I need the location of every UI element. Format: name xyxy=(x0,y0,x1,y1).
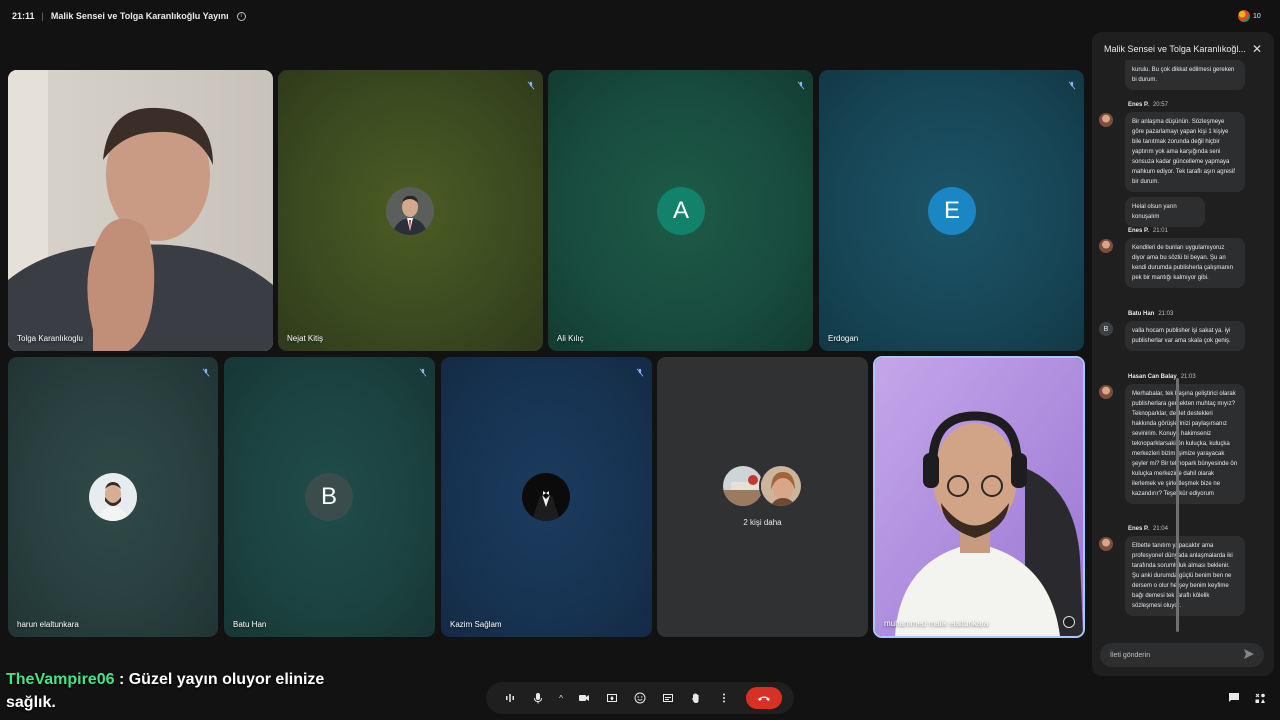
chat-message: Kendileri de bunları uygulamıyoruz diyor… xyxy=(1125,238,1245,288)
more-options-button[interactable] xyxy=(710,684,738,712)
chat-panel: Malik Sensei ve Tolga Karanlıkoğl... ✕ k… xyxy=(1092,32,1274,676)
muted-mic-icon xyxy=(797,77,805,90)
participant-name: Kazim Sağlam xyxy=(450,620,502,629)
tile-tolga[interactable]: Tolga Karanlıkoglu xyxy=(8,70,273,351)
avatar: B xyxy=(1099,322,1113,336)
chat-message: kurulu. Bu çok dikkat edilmesi gereken b… xyxy=(1125,60,1245,90)
participant-name: Ali Kılıç xyxy=(557,334,584,343)
overlay-username: TheVampire06 xyxy=(6,671,115,688)
chat-toggle-button[interactable] xyxy=(1224,688,1244,708)
tile-batu[interactable]: B Batu Han xyxy=(224,357,435,637)
chat-input[interactable]: İleti gönderin xyxy=(1100,643,1264,667)
message-sender: Enes P. 21:04 xyxy=(1128,526,1168,532)
chat-message: Bir anlaşma düşünün. Sözleşmeye göre paz… xyxy=(1125,112,1245,192)
more-participants-label: 2 kişi daha xyxy=(743,518,782,527)
pin-icon[interactable] xyxy=(1063,616,1075,628)
top-bar: 21:11 | Malik Sensei ve Tolga Karanlıkoğ… xyxy=(0,0,1090,32)
participant-name: Batu Han xyxy=(233,620,267,629)
send-icon[interactable] xyxy=(1244,649,1254,661)
raise-hand-button[interactable] xyxy=(682,684,710,712)
avatar: A xyxy=(657,187,705,235)
avatar xyxy=(759,464,803,508)
participant-video xyxy=(8,70,273,351)
divider: | xyxy=(41,11,44,21)
microphone-button[interactable] xyxy=(524,684,552,712)
chat-title: Malik Sensei ve Tolga Karanlıkoğl... xyxy=(1104,44,1246,54)
participants-count: 10 xyxy=(1253,12,1261,20)
muted-mic-icon xyxy=(419,364,427,377)
participant-name: Tolga Karanlıkoglu xyxy=(17,334,83,343)
message-sender: Hasan Can Balay 21:03 xyxy=(1128,374,1196,380)
audio-levels-icon[interactable] xyxy=(496,684,524,712)
chat-icon xyxy=(1229,693,1239,702)
avatar xyxy=(386,187,434,235)
chat-input-placeholder: İleti gönderin xyxy=(1110,651,1151,659)
chat-header: Malik Sensei ve Tolga Karanlıkoğl... ✕ xyxy=(1104,42,1262,56)
participant-name: Erdogan xyxy=(828,334,859,343)
participant-name: Nejat Kitiş xyxy=(287,334,324,343)
avatar xyxy=(1099,385,1113,399)
tile-harun[interactable]: harun elaltunkara xyxy=(8,357,218,637)
tile-ali[interactable]: A Ali Kılıç xyxy=(548,70,813,351)
muted-mic-icon xyxy=(527,77,535,90)
message-sender: Enes P. 20:57 xyxy=(1128,102,1168,108)
participant-name: harun elaltunkara xyxy=(17,620,79,629)
chat-message: Helal olsun yarın konuşalım xyxy=(1125,197,1205,227)
shapes-icon xyxy=(1255,693,1265,703)
muted-mic-icon xyxy=(202,364,210,377)
meeting-title: Malik Sensei ve Tolga Karanlıkoğlu Yayın… xyxy=(50,11,229,21)
avatar xyxy=(522,473,570,521)
chat-message: Elbette tanıtım yapacaktır ama profesyon… xyxy=(1125,536,1245,616)
emoji-button[interactable] xyxy=(626,684,654,712)
clock: 21:11 xyxy=(12,11,35,21)
tile-nejat[interactable]: Nejat Kitiş xyxy=(278,70,543,351)
participant-video xyxy=(875,358,1083,636)
participants-button[interactable]: 10 xyxy=(1238,7,1261,25)
close-icon[interactable]: ✕ xyxy=(1252,42,1262,56)
camera-button[interactable] xyxy=(570,684,598,712)
control-bar: ^ xyxy=(486,682,794,714)
captions-button[interactable] xyxy=(654,684,682,712)
message-sender: Enes P. 21:01 xyxy=(1128,228,1168,234)
people-icon xyxy=(1238,10,1250,22)
chat-messages: kurulu. Bu çok dikkat edilmesi gereken b… xyxy=(1092,60,1274,666)
tile-kazim[interactable]: Kazim Sağlam xyxy=(441,357,652,637)
chevron-up-icon[interactable]: ^ xyxy=(552,684,570,712)
activities-button[interactable] xyxy=(1250,688,1270,708)
tile-erdogan[interactable]: E Erdogan xyxy=(819,70,1084,351)
stream-chat-overlay: TheVampire06 : Güzel yayın oluyor eliniz… xyxy=(6,668,336,714)
info-icon[interactable]: i xyxy=(236,11,246,21)
chat-message: Merhabalar, tek başına geliştirici olara… xyxy=(1125,384,1245,504)
avatar: E xyxy=(928,187,976,235)
avatar xyxy=(1099,239,1113,253)
chat-scrollbar[interactable] xyxy=(1176,378,1179,632)
avatar xyxy=(1099,113,1113,127)
end-call-button[interactable] xyxy=(746,687,782,709)
avatar xyxy=(1099,537,1113,551)
tile-muhammed[interactable]: muhammed malik elaltunkara xyxy=(873,356,1085,638)
avatar xyxy=(89,473,137,521)
muted-mic-icon xyxy=(636,364,644,377)
message-sender: Batu Han 21:03 xyxy=(1128,311,1174,317)
present-screen-button[interactable] xyxy=(598,684,626,712)
tile-more-participants[interactable]: 2 kişi daha xyxy=(657,357,868,637)
muted-mic-icon xyxy=(1068,77,1076,90)
chat-message: valla hocam publisher işi sakat ya. iyi … xyxy=(1125,321,1245,351)
participant-name: muhammed malik elaltunkara xyxy=(884,619,989,628)
avatar: B xyxy=(305,473,353,521)
